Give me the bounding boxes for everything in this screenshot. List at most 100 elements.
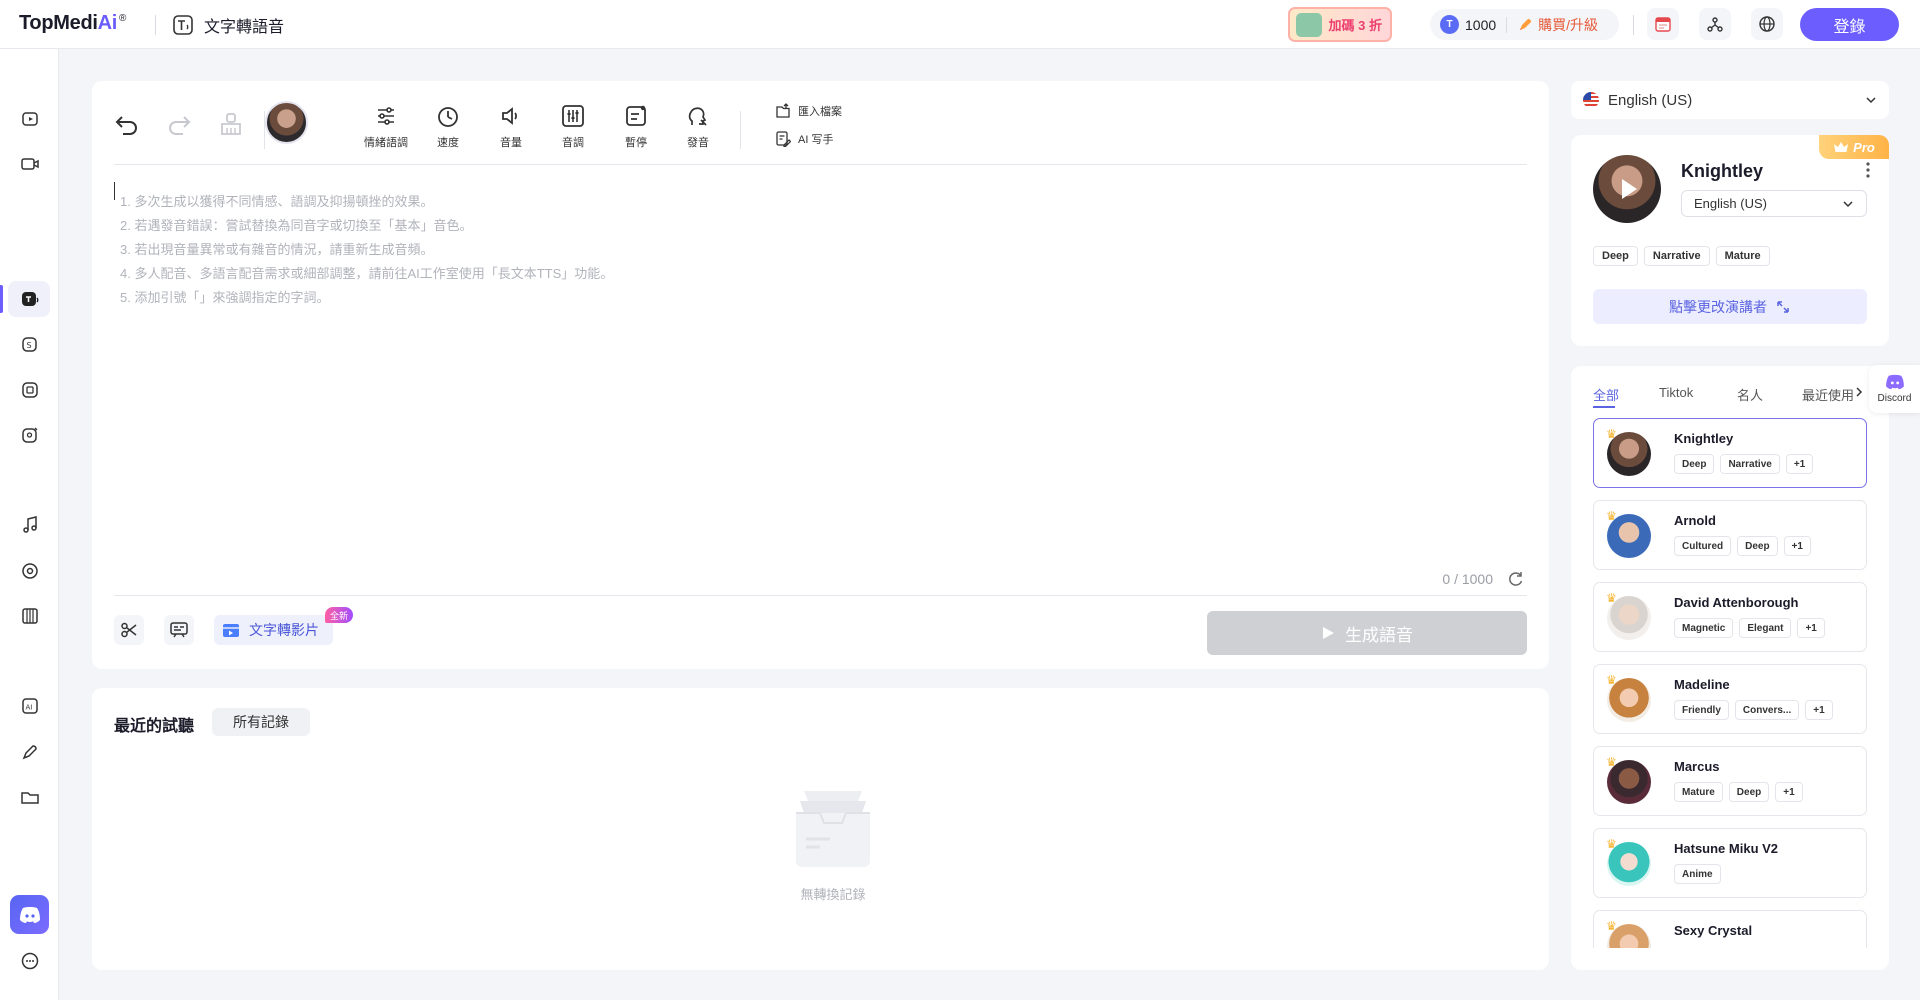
generate-speech-button[interactable]: 生成語音 (1207, 611, 1527, 655)
globe-icon[interactable] (1751, 8, 1783, 40)
voice-avatar-button[interactable] (265, 101, 308, 144)
pause-label: 暫停 (625, 137, 647, 149)
voice-item-sexy-crystal[interactable]: ♛ Sexy Crystal (1593, 910, 1867, 948)
tab-celebrity[interactable]: 名人 (1737, 385, 1763, 404)
voice-tag: +1 (1775, 782, 1803, 802)
hint-line: 3. 若出現音量異常或有雜音的情況，請重新生成音頻。 (120, 242, 434, 257)
discord-icon (19, 906, 40, 923)
calendar-icon[interactable] (1647, 8, 1679, 40)
voice-item-arnold[interactable]: ♛ Arnold Cultured Deep +1 (1593, 500, 1867, 570)
voice-tag: Friendly (1674, 700, 1729, 720)
import-file-button[interactable]: 匯入檔案 (775, 103, 842, 119)
crown-icon: ♛ (1606, 591, 1617, 605)
voice-language-value: English (US) (1694, 196, 1767, 211)
text-to-video-label: 文字轉影片 (249, 622, 319, 638)
voice-tag: +1 (1805, 700, 1833, 720)
empty-inbox-icon (792, 783, 874, 871)
folder-icon[interactable] (16, 783, 44, 811)
cut-button[interactable] (114, 615, 144, 645)
tool-title: 文字轉語音 (172, 13, 284, 37)
more-options-icon[interactable] (1861, 161, 1875, 179)
speed-label: 速度 (437, 137, 459, 149)
image-to-video-icon[interactable] (16, 105, 44, 133)
us-flag-icon (1583, 92, 1599, 108)
login-button[interactable]: 登錄 (1800, 8, 1899, 41)
left-sidebar: S AI (0, 49, 59, 1000)
discord-sidebar-button[interactable] (10, 895, 49, 934)
crown-icon: ♛ (1606, 673, 1617, 687)
volume-icon (499, 101, 523, 131)
text-to-speech-nav-icon[interactable] (16, 285, 44, 313)
text-to-video-button[interactable]: 文字轉影片 (214, 615, 333, 645)
tab-recent[interactable]: 最近使用 (1802, 385, 1854, 404)
audio-translate-icon[interactable] (16, 376, 44, 404)
subtitle-icon (170, 622, 188, 638)
divider (1633, 15, 1634, 35)
gift-icon (1296, 13, 1322, 37)
ai-writer-icon (776, 131, 791, 147)
voice-tag: Narrative (1720, 454, 1780, 474)
rocket-nav-icon[interactable] (16, 738, 44, 766)
vinyl-disc-icon[interactable] (16, 557, 44, 585)
voice-tag: +1 (1797, 618, 1825, 638)
volume-button[interactable]: 音量 (483, 101, 539, 150)
divider (114, 164, 1527, 165)
selected-voice-card: Pro Knightley English (US) Deep Narrativ… (1571, 135, 1889, 346)
import-file-icon (776, 103, 790, 118)
tab-tiktok[interactable]: Tiktok (1659, 385, 1693, 400)
voice-item-madeline[interactable]: ♛ Madeline Friendly Convers... +1 (1593, 664, 1867, 734)
discord-float-button[interactable]: Discord (1869, 365, 1920, 413)
emotion-button[interactable]: 情緒語調 (358, 101, 414, 150)
voice-clone-icon[interactable] (16, 421, 44, 449)
buy-upgrade-button[interactable]: 購買/升級 (1517, 15, 1598, 35)
text-editor-card: 情緒語調 速度 音量 音調 暫停 發音 匯入檔案 AI 写手 1. 多次生成以獲… (92, 81, 1549, 669)
text-caret (114, 182, 115, 200)
hint-line: 4. 多人配音、多語言配音需求或細部調整，請前往AI工作室使用「長文本TTS」功… (120, 266, 614, 281)
tab-all[interactable]: 全部 (1593, 385, 1619, 404)
voice-tag: +1 (1785, 454, 1814, 474)
clear-brush-icon[interactable] (218, 111, 244, 137)
subtitle-button[interactable] (164, 615, 194, 645)
divider (155, 15, 156, 35)
undo-icon[interactable] (114, 111, 140, 137)
redo-icon[interactable] (166, 111, 192, 137)
pause-insert-icon (624, 101, 648, 131)
change-speaker-button[interactable]: 點擊更改演講者 (1593, 289, 1867, 324)
all-records-tab[interactable]: 所有記錄 (212, 708, 310, 736)
promo-button[interactable]: 加碼 3 折 (1288, 7, 1392, 42)
network-icon[interactable] (1699, 8, 1731, 40)
video-camera-icon[interactable] (16, 150, 44, 178)
app-logo[interactable]: TopMediAi ® (19, 12, 126, 35)
svg-text:S: S (27, 341, 32, 350)
pause-button[interactable]: 暫停 (608, 101, 664, 150)
voice-item-marcus[interactable]: ♛ Marcus Mature Deep +1 (1593, 746, 1867, 816)
chat-bubble-icon[interactable] (16, 947, 44, 975)
ai-chip-icon[interactable]: AI (16, 692, 44, 720)
pitch-icon (561, 101, 585, 131)
voice-language-select[interactable]: English (US) (1681, 190, 1867, 217)
language-select[interactable]: English (US) (1571, 81, 1889, 119)
pronunciation-button[interactable]: 發音 (670, 101, 726, 150)
speed-button[interactable]: 速度 (420, 101, 476, 150)
voice-tag: Convers... (1734, 700, 1800, 720)
crown-icon: ♛ (1606, 427, 1617, 441)
voice-item-hatsune-miku-v2[interactable]: ♛ Hatsune Miku V2 Anime (1593, 828, 1867, 898)
voice-preview-play-button[interactable] (1593, 155, 1661, 223)
ai-writer-button[interactable]: AI 写手 (775, 131, 833, 147)
voice-tag: Mature (1715, 246, 1770, 266)
voice-item-knightley[interactable]: ♛ Knightley Deep Narrative +1 (1593, 418, 1867, 488)
voice-changer-icon[interactable]: S (16, 331, 44, 359)
piano-icon[interactable] (16, 602, 44, 630)
character-counter: 0 / 1000 (1442, 571, 1493, 587)
hint-line: 5. 添加引號「」來強調指定的字詞。 (120, 290, 330, 305)
chevron-right-icon[interactable] (1854, 386, 1864, 398)
music-note-icon[interactable] (16, 511, 44, 539)
refresh-icon[interactable] (1507, 570, 1525, 588)
import-file-label: 匯入檔案 (798, 106, 842, 118)
text-input-area[interactable]: 1. 多次生成以獲得不同情感、語調及抑揚頓挫的效果。 2. 若遇發音錯誤：嘗試替… (120, 190, 613, 310)
pitch-button[interactable]: 音調 (545, 101, 601, 150)
voice-tag: Deep (1737, 536, 1778, 556)
voice-item-david-attenborough[interactable]: ♛ David Attenborough Magnetic Elegant +1 (1593, 582, 1867, 652)
pro-badge: Pro (1819, 135, 1889, 159)
chevron-down-icon (1842, 198, 1854, 210)
